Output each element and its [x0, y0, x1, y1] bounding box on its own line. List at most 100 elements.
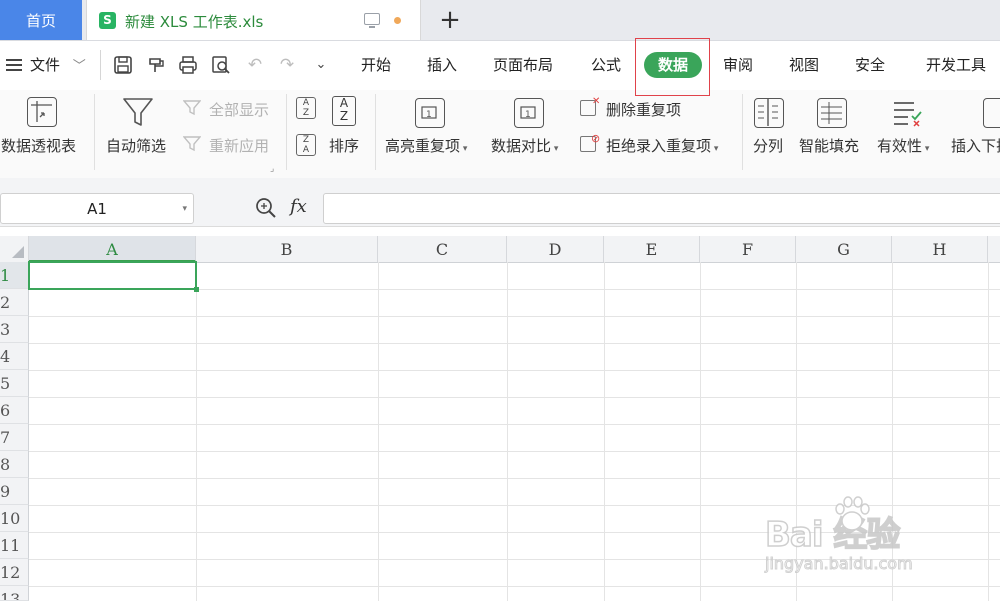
split-columns-icon [754, 98, 784, 128]
filter-funnel-icon [121, 95, 155, 133]
menu-bar: 文件 ﹀ ↶ ↷ ⌄ 开始 插入 页面布局 公式 数据 审阅 视图 安全 开发工… [0, 41, 1000, 90]
name-box-value: A1 [87, 200, 107, 218]
caret-down-icon: ▾ [551, 144, 559, 154]
tab-view[interactable]: 视图 [789, 54, 819, 75]
remove-duplicates-button[interactable]: ✕ 删除重复项 [579, 96, 694, 120]
row-header-11[interactable]: 11 [0, 532, 29, 559]
monitor-icon[interactable] [364, 13, 380, 28]
row-header-4[interactable]: 4 [0, 343, 29, 370]
tab-security[interactable]: 安全 [855, 54, 885, 75]
divider [742, 94, 743, 170]
print-preview-icon[interactable] [211, 55, 231, 75]
text-to-columns-button[interactable]: 分列 [750, 90, 790, 178]
row-header-5[interactable]: 5 [0, 370, 29, 397]
validation-list-icon [892, 98, 924, 132]
formula-input[interactable] [323, 193, 1000, 224]
autofilter-label: 自动筛选 [106, 137, 167, 155]
column-header-f[interactable]: F [700, 236, 796, 262]
row-header-13[interactable]: 13 [0, 586, 29, 601]
row-header-7[interactable]: 7 [0, 424, 29, 451]
spreadsheet-logo-icon: S [99, 12, 116, 29]
tab-review[interactable]: 审阅 [723, 54, 753, 75]
show-all-button[interactable]: 全部显示 [182, 98, 278, 120]
data-validation-button[interactable]: 有效性 ▾ [876, 90, 940, 178]
insert-dropdown-button[interactable]: 插入下拉 [950, 90, 1000, 178]
file-menu-label: 文件 [30, 56, 61, 74]
sort-ascending-icon[interactable]: AZ [296, 97, 316, 119]
tab-formulas[interactable]: 公式 [591, 54, 621, 75]
undo-icon[interactable]: ↶ [245, 55, 265, 75]
hamburger-icon [6, 64, 22, 66]
column-header-row: A B C D E F G H [0, 236, 1000, 263]
remove-duplicates-label: 删除重复项 [606, 101, 682, 119]
print-icon[interactable] [178, 55, 198, 75]
sort-descending-icon[interactable]: ZA [296, 134, 316, 156]
save-icon[interactable] [113, 55, 133, 75]
home-tab[interactable]: 首页 [0, 0, 82, 40]
gridline [700, 262, 701, 601]
data-compare-icon: 1 [514, 98, 544, 128]
row-header-8[interactable]: 8 [0, 451, 29, 478]
customize-toolbar-icon[interactable]: ⌄ [311, 55, 331, 75]
row-header-3[interactable]: 3 [0, 316, 29, 343]
autofilter-button[interactable]: 自动筛选 [104, 90, 174, 178]
column-header-e[interactable]: E [604, 236, 700, 262]
pivot-table-button[interactable]: 数据透视表 [0, 90, 84, 178]
highlight-duplicates-button[interactable]: 1 高亮重复项 ▾ [384, 90, 480, 178]
document-tab[interactable]: S 新建 XLS 工作表.xls [86, 0, 421, 40]
smart-fill-label: 智能填充 [799, 137, 860, 155]
column-header-h[interactable]: H [892, 236, 988, 262]
row-header-6[interactable]: 6 [0, 397, 29, 424]
data-compare-button[interactable]: 1 数据对比 ▾ [490, 90, 570, 178]
tab-developer[interactable]: 开发工具 [926, 54, 986, 75]
reject-duplicates-button[interactable]: ⊘ 拒绝录入重复项 ▾ [579, 132, 734, 156]
divider [100, 50, 101, 80]
gridline [29, 424, 1000, 425]
column-header-c[interactable]: C [378, 236, 507, 262]
forbidden-icon: ⊘ [591, 132, 601, 145]
column-header-d[interactable]: D [507, 236, 604, 262]
active-cell-a1[interactable] [28, 261, 199, 292]
tab-home[interactable]: 开始 [361, 54, 391, 75]
smart-fill-button[interactable]: 智能填充 [798, 90, 866, 178]
unsaved-dot-icon [394, 17, 401, 24]
column-header-g[interactable]: G [796, 236, 892, 262]
show-all-label: 全部显示 [209, 101, 270, 119]
tab-insert[interactable]: 插入 [427, 54, 457, 75]
row-header-9[interactable]: 9 [0, 478, 29, 505]
row-header-1[interactable]: 1 [0, 262, 29, 289]
pivot-table-label: 数据透视表 [1, 137, 77, 155]
split-label: 分列 [753, 137, 784, 155]
column-header-a[interactable]: A [29, 236, 196, 262]
row-header-12[interactable]: 12 [0, 559, 29, 586]
sort-button[interactable]: AZ 排序 [327, 90, 367, 178]
annotation-highlight-box [635, 38, 710, 96]
gridline [29, 478, 1000, 479]
formula-bar: A1 ▾ fx [0, 178, 1000, 227]
watermark-url: jingyan.baidu.com [765, 554, 914, 574]
name-box[interactable]: A1 ▾ [0, 193, 194, 224]
row-header-2[interactable]: 2 [0, 289, 29, 316]
insert-function-button[interactable]: fx [290, 196, 307, 217]
document-tab-title: 新建 XLS 工作表.xls [125, 13, 264, 31]
gridline [196, 262, 197, 601]
dialog-launcher-icon[interactable]: ⌟ [270, 164, 274, 174]
reapply-button[interactable]: 重新应用 [182, 134, 278, 156]
caret-down-icon[interactable]: ▾ [182, 194, 187, 224]
caret-down-icon: ▾ [922, 144, 930, 154]
reject-duplicates-label: 拒绝录入重复项 ▾ [606, 137, 719, 155]
sort-label: 排序 [329, 137, 360, 155]
file-menu[interactable]: 文件 ﹀ [6, 54, 86, 75]
redo-icon[interactable]: ↷ [277, 55, 297, 75]
zoom-search-icon[interactable] [255, 197, 276, 218]
tab-page-layout[interactable]: 页面布局 [493, 54, 553, 75]
new-tab-plus-icon[interactable]: + [438, 4, 462, 36]
gridline [29, 343, 1000, 344]
row-header-10[interactable]: 10 [0, 505, 29, 532]
highlight-duplicates-label: 高亮重复项 ▾ [385, 137, 468, 155]
ribbon: 数据透视表 自动筛选 全部显示 重新应用 ⌟ AZ ZA AZ 排序 1 高亮重… [0, 90, 1000, 179]
format-painter-icon[interactable] [146, 55, 166, 75]
column-header-b[interactable]: B [196, 236, 378, 262]
insert-dropdown-label: 插入下拉 [951, 137, 1000, 155]
select-all-corner[interactable] [0, 236, 29, 262]
